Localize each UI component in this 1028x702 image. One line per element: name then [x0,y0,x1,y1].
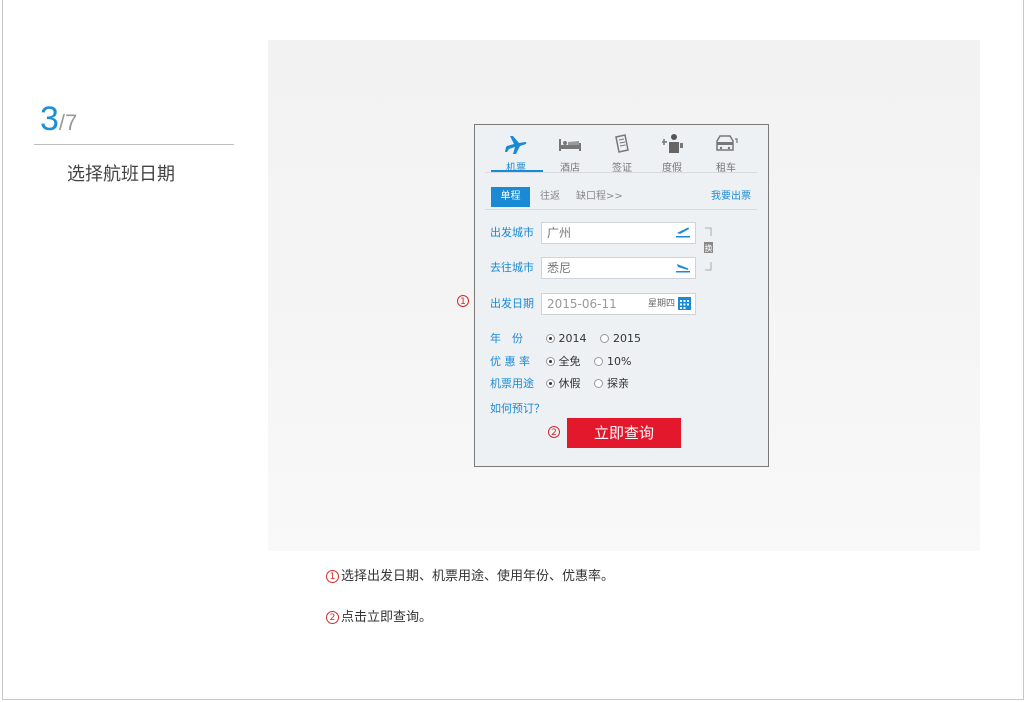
roundtrip-button[interactable]: 往返 [540,187,560,207]
note-one: 1 选择出发日期、机票用途、使用年份、优惠率。 [326,565,614,584]
note-two-text: 点击立即查询。 [341,610,433,625]
issue-ticket-link[interactable]: 我要出票 [711,187,751,207]
multi-city-button[interactable]: 缺口程>> [576,187,623,207]
discount-10-radio[interactable] [594,357,603,366]
tabs-divider [485,172,757,173]
from-city-value: 广州 [547,226,572,240]
year-2014-radio[interactable] [545,334,555,343]
note-two: 2 点击立即查询。 [326,606,432,625]
how-to-book-link[interactable]: 如何预订？ [490,400,545,416]
product-tabs: 机票 酒店 签证 度假 租车 [475,125,768,174]
calendar-icon [678,296,691,316]
step-divider [34,144,234,145]
discount-10-label: 10% [607,355,632,368]
depart-date-input[interactable]: 2015-06-11 星期四 [541,293,696,315]
search-now-button[interactable]: 立即查询 [567,418,681,448]
tab-car-rental[interactable]: 租车 [701,133,751,174]
oneway-button[interactable]: 单程 [491,187,530,207]
landing-icon [675,260,691,280]
from-city-input[interactable]: 广州 [541,222,696,244]
tab-vacation[interactable]: 度假 [647,133,697,174]
tab-hotels[interactable]: 酒店 [545,133,595,174]
tab-flights[interactable]: 机票 [491,133,541,174]
purpose-label: 机票用途 [490,377,534,390]
plane-icon [491,133,541,157]
car-icon [701,133,751,157]
trip-divider [485,209,757,210]
purpose-vacation-radio[interactable] [545,379,555,388]
discount-free-radio[interactable] [545,357,555,366]
discount-row: 优 惠 率 全免 10% [490,354,641,370]
depart-date-value: 2015-06-11 [547,297,617,311]
to-city-value: 悉尼 [547,261,572,275]
step-total: /7 [58,110,78,135]
swap-label: 换 [705,243,713,253]
purpose-row: 机票用途 休假 探亲 [490,376,639,392]
takeoff-icon [675,225,691,245]
step-current: 3 [40,100,59,138]
weekday-text: 星期四 [647,299,675,309]
note-one-marker: 1 [326,570,339,583]
year-2015-label: 2015 [613,332,641,345]
year-label: 年 份 [490,332,523,345]
note-one-text: 选择出发日期、机票用途、使用年份、优惠率。 [341,569,615,584]
step-title: 选择航班日期 [67,164,175,185]
swap-cities-button[interactable]: 换 [702,226,714,278]
purpose-vacation-label: 休假 [558,377,581,390]
bed-icon [545,133,595,157]
marker-one: 1 [457,295,469,307]
depart-date-label: 出发日期 [490,297,534,310]
passport-icon [597,133,647,157]
discount-free-label: 全免 [558,355,581,368]
purpose-family-radio[interactable] [594,379,603,388]
note-two-marker: 2 [326,611,339,624]
flight-search-widget: 机票 酒店 签证 度假 租车 单程 往返 缺口程>> 我要出票 出发城市 广州 … [474,124,769,467]
to-city-label: 去往城市 [490,261,534,274]
tab-visa[interactable]: 签证 [597,133,647,174]
year-2014-label: 2014 [558,332,587,345]
year-2015-radio[interactable] [600,334,609,343]
step-counter: 3/7 [40,100,77,139]
marker-two: 2 [548,426,560,438]
discount-label: 优 惠 率 [490,355,530,368]
purpose-family-label: 探亲 [607,377,629,390]
vacation-icon [647,133,697,157]
to-city-input[interactable]: 悉尼 [541,257,696,279]
from-city-label: 出发城市 [490,226,534,239]
year-row: 年 份 2014 2015 [490,331,651,347]
